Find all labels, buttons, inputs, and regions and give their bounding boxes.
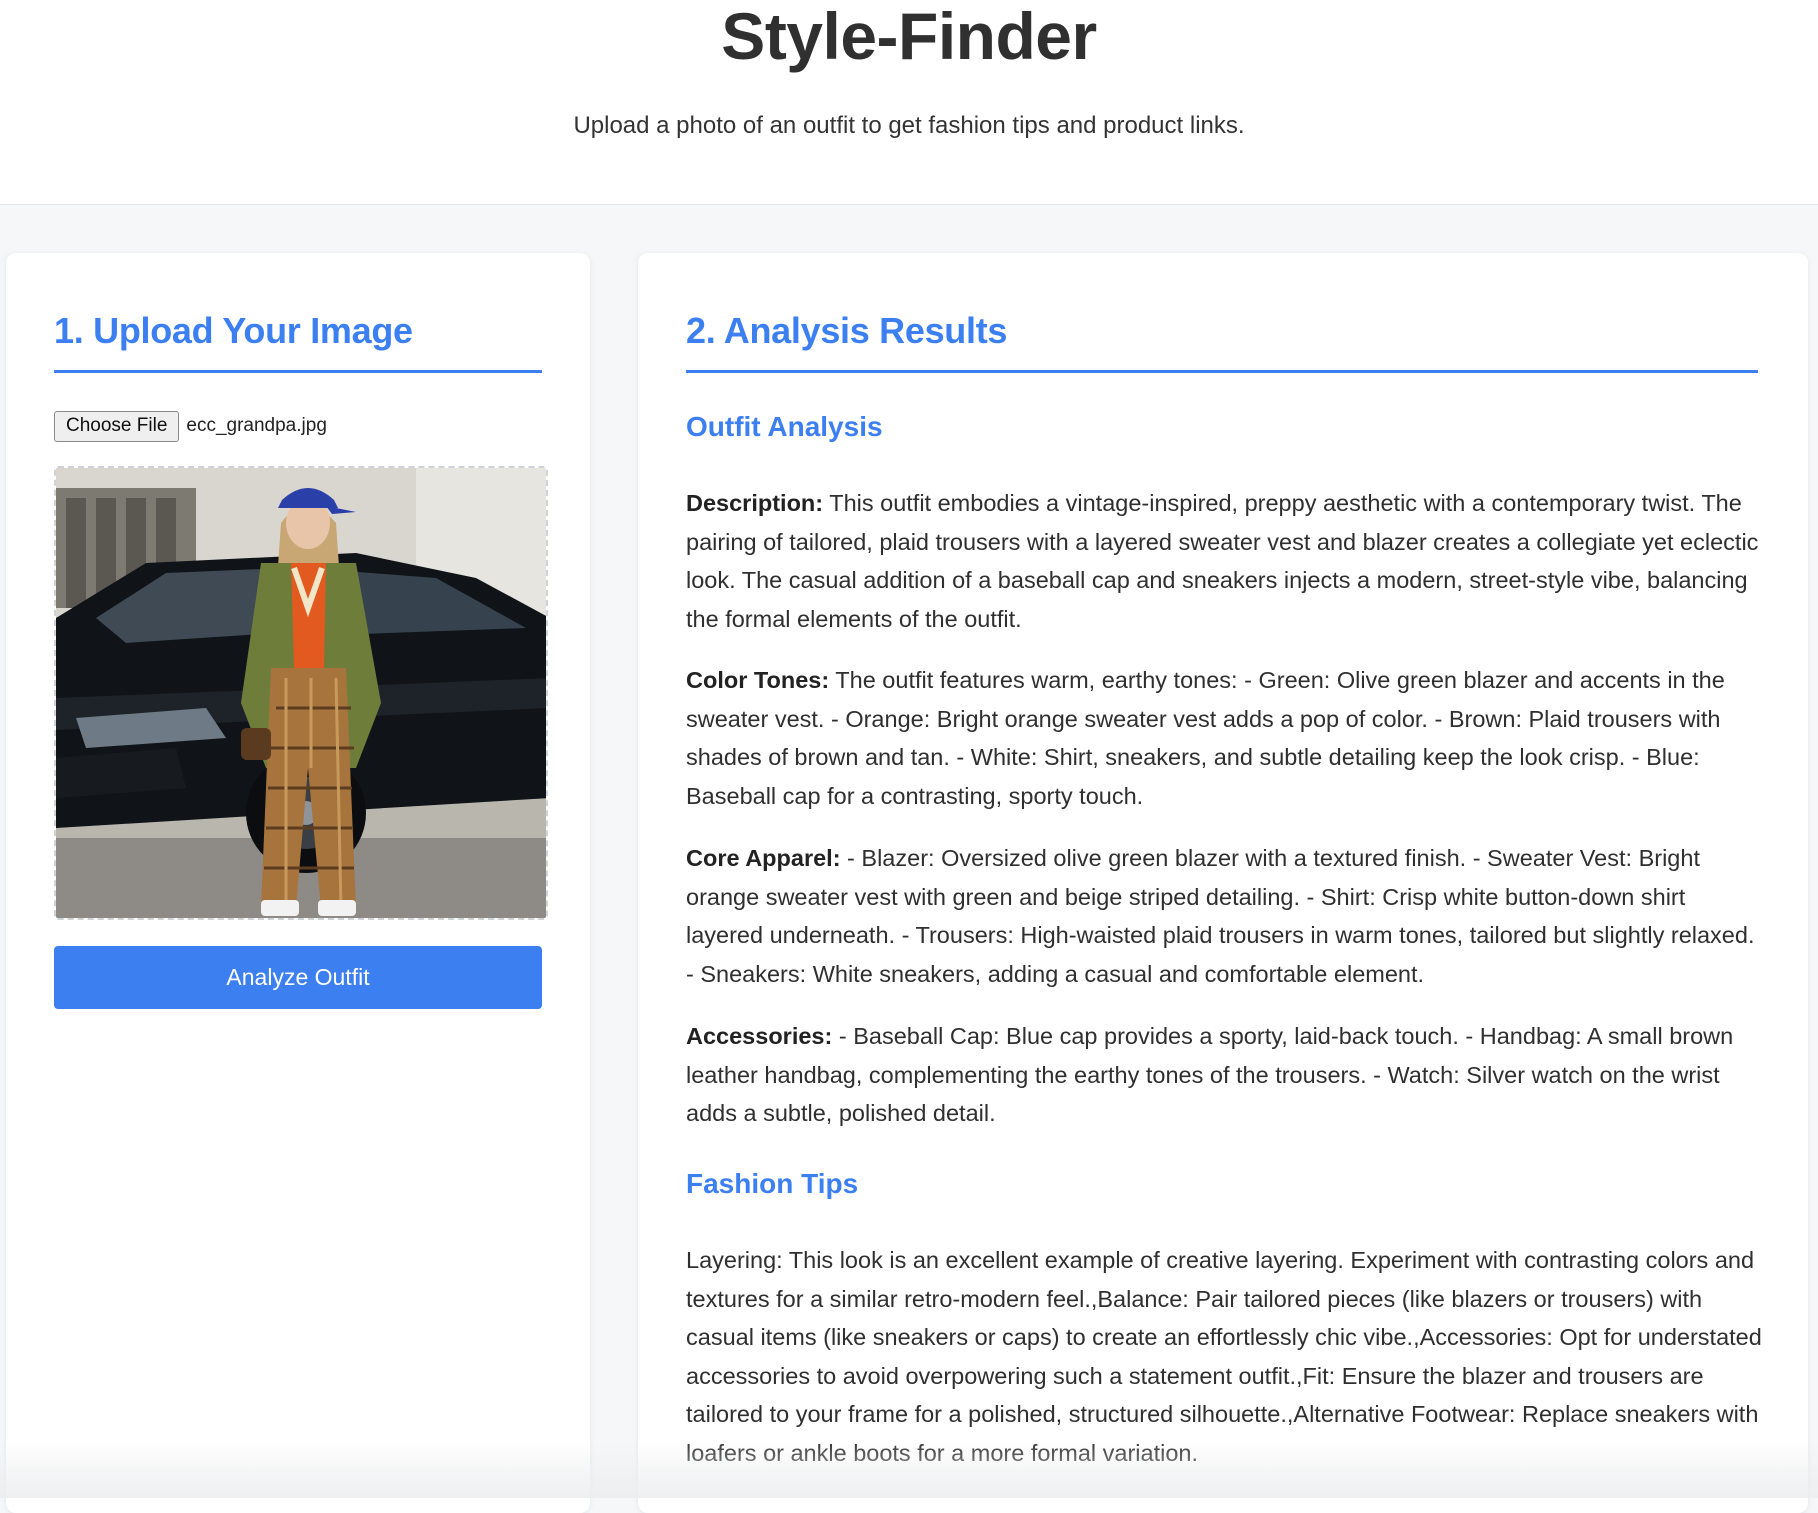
outfit-analysis-heading: Outfit Analysis: [686, 411, 883, 442]
page-header: Style-Finder Upload a photo of an outfit…: [0, 0, 1818, 205]
app-subtitle: Upload a photo of an outfit to get fashi…: [573, 112, 1245, 139]
description-label: Description:: [686, 490, 824, 516]
results-heading: 2. Analysis Results: [686, 310, 1008, 351]
selected-file-name: ecc_grandpa.jpg: [186, 415, 327, 436]
analyze-outfit-button[interactable]: Analyze Outfit: [54, 946, 542, 1009]
outfit-photo: [56, 468, 546, 918]
color-tones-text: The outfit features warm, earthy tones: …: [686, 667, 1725, 809]
upload-heading-rule: [54, 370, 542, 373]
color-tones-paragraph: Color Tones: The outfit features warm, e…: [686, 661, 1766, 815]
core-apparel-label: Core Apparel:: [686, 845, 841, 871]
accessories-label: Accessories:: [686, 1023, 833, 1049]
color-tones-label: Color Tones:: [686, 667, 830, 693]
fashion-tips-paragraph: Layering: This look is an excellent exam…: [686, 1247, 1762, 1466]
description-text: This outfit embodies a vintage-inspired,…: [686, 490, 1759, 632]
outfit-image-preview: [54, 466, 548, 920]
accessories-text: - Baseball Cap: Blue cap provides a spor…: [686, 1023, 1734, 1126]
file-input[interactable]: Choose File ecc_grandpa.jpg: [54, 410, 327, 442]
choose-file-button[interactable]: Choose File: [54, 410, 180, 442]
upload-heading: 1. Upload Your Image: [54, 310, 413, 351]
results-panel: 2. Analysis Results Outfit Analysis Desc…: [638, 253, 1808, 1513]
results-heading-rule: [686, 370, 1758, 373]
description-paragraph: Description: This outfit embodies a vint…: [686, 484, 1766, 638]
upload-panel: 1. Upload Your Image Choose File ecc_gra…: [6, 253, 590, 1513]
core-apparel-text: - Blazer: Oversized olive green blazer w…: [686, 845, 1755, 987]
accessories-paragraph: Accessories: - Baseball Cap: Blue cap pr…: [686, 1017, 1766, 1133]
fashion-tips-heading: Fashion Tips: [686, 1168, 859, 1199]
core-apparel-paragraph: Core Apparel: - Blazer: Oversized olive …: [686, 839, 1766, 993]
app-title: Style-Finder: [721, 0, 1097, 73]
bottom-fade: [0, 1440, 1818, 1498]
